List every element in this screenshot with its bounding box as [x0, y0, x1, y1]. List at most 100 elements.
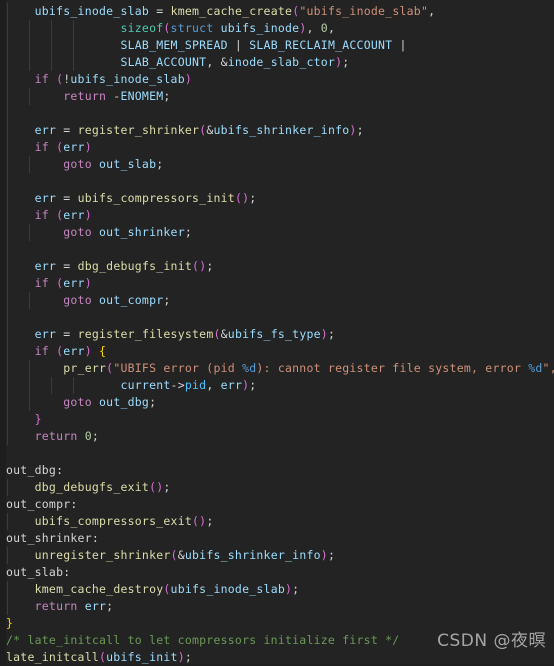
code-line[interactable]: pr_err("UBIFS error (pid %d): cannot reg… — [0, 360, 554, 377]
code-line[interactable]: } — [0, 411, 554, 428]
code-token-op: : — [91, 531, 99, 545]
code-token-op — [6, 38, 120, 52]
code-line[interactable] — [0, 173, 554, 190]
code-line[interactable]: unregister_shrinker(&ubifs_shrinker_info… — [0, 547, 554, 564]
code-token-op: ; — [91, 429, 100, 443]
code-token-op: ; — [184, 225, 193, 239]
code-token-op — [6, 548, 35, 562]
code-token-punc: ( — [163, 21, 171, 35]
code-token-punc: ( — [213, 327, 221, 341]
code-token-var: out_dbg — [99, 395, 150, 409]
code-token-fn: register_shrinker — [77, 123, 200, 137]
code-token-brace: { — [99, 344, 107, 358]
code-token-brace: } — [6, 616, 14, 630]
code-token-var: ENOMEM — [120, 89, 164, 103]
code-token-op — [92, 344, 99, 358]
code-token-lbl: out_dbg — [6, 463, 57, 477]
code-token-var: err — [34, 259, 57, 273]
code-token-lbl: out_shrinker — [6, 531, 92, 545]
code-token-op: ; — [249, 191, 257, 205]
code-editor: ubifs_inode_slab = kmem_cache_create ("ub… — [0, 0, 554, 665]
code-line[interactable]: out_compr: — [0, 496, 554, 513]
code-token-op: , — [428, 4, 436, 18]
code-line[interactable]: goto out_compr; — [0, 292, 554, 309]
code-line[interactable]: dbg_debugfs_exit(); — [0, 479, 554, 496]
code-line[interactable]: return err; — [0, 598, 554, 615]
code-token-var: SLAB_RECLAIM_ACCOUNT — [249, 38, 393, 52]
code-token-op — [6, 276, 35, 290]
code-token-var: ubifs_inode_slab — [170, 582, 286, 596]
code-line[interactable]: out_shrinker: — [0, 530, 554, 547]
code-line[interactable]: err = register_filesystem(&ubifs_fs_type… — [0, 326, 554, 343]
code-line[interactable]: goto out_dbg; — [0, 394, 554, 411]
code-line[interactable]: if (err) { — [0, 343, 554, 360]
code-token-op: , — [327, 21, 336, 35]
code-token-op: ; — [292, 582, 300, 596]
code-token-op: : — [70, 497, 78, 511]
code-token-punc: ) — [84, 208, 92, 222]
code-token-var: ubifs_inode — [213, 21, 300, 35]
code-token-op: & — [220, 327, 228, 341]
code-token-kw: return — [63, 89, 107, 103]
code-line[interactable]: return 0; — [0, 428, 554, 445]
code-token-op: ; — [163, 293, 171, 307]
code-line[interactable]: late_initcall(ubifs_init); — [0, 649, 554, 666]
code-token-str: "UBIFS error (pid — [113, 361, 243, 375]
code-token-op — [6, 378, 120, 392]
code-line[interactable]: return -ENOMEM; — [0, 88, 554, 105]
code-token-op — [6, 72, 35, 86]
code-token-op — [6, 361, 63, 375]
code-token-kw: goto — [63, 293, 92, 307]
code-line[interactable] — [0, 105, 554, 122]
code-line[interactable]: if (err) — [0, 275, 554, 292]
code-token-op: ; — [206, 259, 214, 273]
code-token-op: : — [63, 565, 71, 579]
code-line[interactable]: if (err) — [0, 139, 554, 156]
code-token-op: , — [206, 378, 221, 392]
code-line[interactable]: err = register_shrinker(&ubifs_shrinker_… — [0, 122, 554, 139]
code-token-sk: struct — [170, 21, 214, 35]
code-token-op: & — [206, 123, 214, 137]
code-token-op — [92, 157, 99, 171]
code-line[interactable]: goto out_slab; — [0, 156, 554, 173]
code-token-op — [6, 4, 35, 18]
code-token-fn: register_filesystem — [77, 327, 214, 341]
code-content[interactable]: ubifs_inode_slab = kmem_cache_create ("ub… — [0, 3, 554, 666]
code-token-op — [78, 599, 85, 613]
code-token-op: ; — [184, 650, 193, 664]
code-token-var: inode_slab_ctor — [227, 55, 336, 69]
code-line[interactable]: err = ubifs_compressors_init(); — [0, 190, 554, 207]
code-line[interactable]: out_dbg: — [0, 462, 554, 479]
code-token-kw: goto — [63, 157, 92, 171]
code-line[interactable]: goto out_shrinker; — [0, 224, 554, 241]
code-line[interactable]: ubifs_inode_slab = kmem_cache_create("ub… — [0, 3, 554, 20]
code-line[interactable]: kmem_cache_destroy(ubifs_inode_slab); — [0, 581, 554, 598]
code-line[interactable]: current->pid, err); — [0, 377, 554, 394]
code-token-op — [6, 582, 35, 596]
code-token-var: SLAB_ACCOUNT — [120, 55, 207, 69]
code-token-var: err — [34, 327, 57, 341]
code-line[interactable]: SLAB_ACCOUNT, &inode_slab_ctor); — [0, 54, 554, 71]
code-line[interactable] — [0, 309, 554, 326]
code-token-var: current — [120, 378, 171, 392]
code-token-varb: pid — [184, 378, 207, 392]
code-token-op — [92, 225, 99, 239]
code-line[interactable]: err = dbg_debugfs_init(); — [0, 258, 554, 275]
code-token-punc: ) — [84, 140, 92, 154]
code-line[interactable] — [0, 241, 554, 258]
code-token-op — [6, 514, 35, 528]
code-line[interactable]: if (!ubifs_inode_slab) — [0, 71, 554, 88]
code-token-kw: if — [34, 72, 49, 86]
code-line[interactable]: out_slab: — [0, 564, 554, 581]
code-line[interactable]: sizeof(struct ubifs_inode), 0, — [0, 20, 554, 37]
code-token-fn: pr_err — [63, 361, 107, 375]
code-token-op: ; — [342, 55, 350, 69]
code-line[interactable] — [0, 445, 554, 462]
code-token-fmt: %d — [242, 361, 257, 375]
code-line[interactable]: SLAB_MEM_SPREAD | SLAB_RECLAIM_ACCOUNT | — [0, 37, 554, 54]
code-line[interactable]: ubifs_compressors_exit(); — [0, 513, 554, 530]
code-token-op — [6, 412, 35, 426]
code-token-fn: kmem_cache_create — [170, 4, 293, 18]
code-line[interactable]: if (err) — [0, 207, 554, 224]
code-token-op: = — [56, 191, 78, 205]
